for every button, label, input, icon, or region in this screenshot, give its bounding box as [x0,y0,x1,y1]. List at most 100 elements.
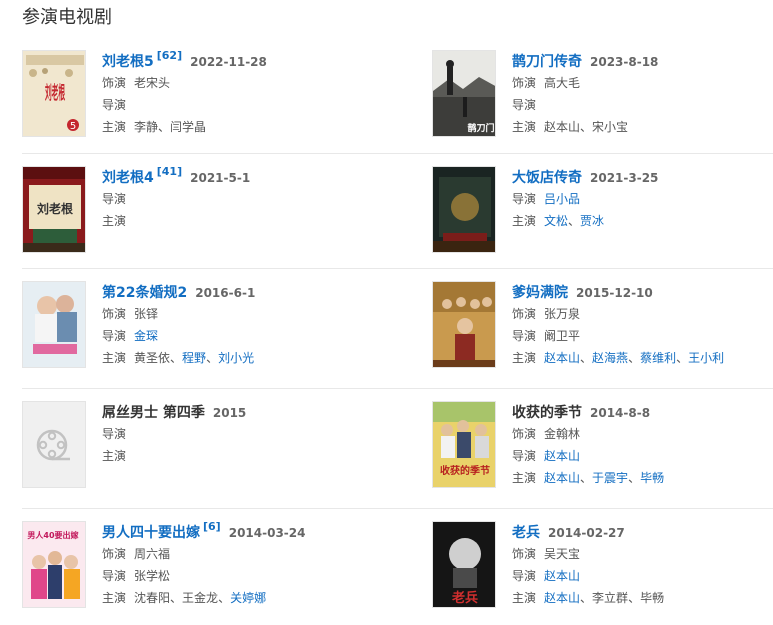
director-label: 导演 [512,449,537,463]
cast-label: 主演 [512,120,537,134]
cast-name: 李立群 [592,591,629,605]
director-label: 导演 [102,569,127,583]
cast-link[interactable]: 刘小光 [218,351,254,365]
svg-text:男人40要出嫁: 男人40要出嫁 [27,530,78,540]
drama-info: 收获的季节 2014-8-8 饰演 金翰林 导演 赵本山 主演 赵本山、于震宇、毕畅 [512,405,665,485]
drama-row: 第22条婚规2 2016-6-1 饰演 张铎 导演 金琛 主演 黄圣依、程野、刘小光 [22,269,773,389]
poster-placeholder[interactable] [22,401,86,488]
drama-info: 屌丝男士 第四季 2015 导演 主演 [102,401,246,467]
film-reel-icon [36,429,70,460]
svg-text:老兵: 老兵 [451,590,478,606]
cast-link[interactable]: 赵本山 [544,351,580,365]
cast-name: 黄圣依 [134,351,171,365]
drama-title-link[interactable]: 刘老根5 [102,54,154,70]
air-date: 2014-03-24 [228,526,306,540]
air-date: 2015-12-10 [576,286,653,300]
air-date: 2022-11-28 [190,55,267,69]
director-label: 导演 [102,98,127,112]
cast-link[interactable]: 赵本山 [544,591,580,605]
poster-dafandian[interactable] [432,166,496,253]
poster-harvest-season[interactable]: 收获的季节 [432,401,496,488]
drama-row: 刘老根 5 刘老根5[62]2022-11-28 饰演老宋头 导演 主演李静、闫… [22,42,773,154]
cast-label: 主演 [102,449,127,463]
role-label: 饰演 [102,76,127,90]
cast-label: 主演 [102,591,127,605]
cast-link[interactable]: 文松 [544,214,568,228]
cast-link[interactable]: 程野 [182,351,206,365]
cast-link[interactable]: 贾冰 [580,214,604,228]
cast-label: 主演 [512,351,537,365]
director-link[interactable]: 吕小品 [544,192,580,206]
role-value: 老宋头 [134,76,171,90]
drama-title-link[interactable]: 鹊刀门传奇 [512,54,582,70]
director-label: 导演 [512,192,537,206]
air-date: 2014-8-8 [590,406,651,420]
drama-info: 男人四十要出嫁 [6] 2014-03-24 饰演 周六福 导演 张学松 主演 沈春阳、王… [102,520,306,605]
director-label: 导演 [512,329,537,343]
drama-info: 老兵 2014-02-27 饰演 吴天宝 导演 赵本山 主演 赵本山、李立群、毕畅 [512,525,665,605]
poster-diemamanyuan[interactable] [432,281,496,368]
poster-quedaomen[interactable]: 鹊刀门 [432,50,496,137]
cast-label: 主演 [102,120,127,134]
director-name: 张学松 [134,569,171,583]
tv-drama-list: 刘老根 5 刘老根5[62]2022-11-28 饰演老宋头 导演 主演李静、闫… [22,42,773,619]
director-name: 阚卫平 [544,329,581,343]
role-value: 周六福 [134,547,171,561]
svg-text:刘老根: 刘老根 [37,201,73,216]
cast-link[interactable]: 蔡维利 [640,351,676,365]
director-label: 导演 [102,329,127,343]
drama-info: 鹊刀门传奇 2023-8-18 饰演 高大毛 导演 主演 赵本山、宋小宝 [512,54,659,134]
cast-link[interactable]: 于震宇 [592,471,628,485]
director-link[interactable]: 赵本山 [544,449,580,463]
drama-title-link[interactable]: 刘老根4 [102,170,154,186]
director-link[interactable]: 金琛 [134,329,158,343]
drama-row: 男人40要出嫁 男人四十要出嫁 [6] 2014-03-24 饰演 周六福 导演 张学松… [22,509,773,619]
role-value: 吴天宝 [544,547,581,561]
director-label: 导演 [512,569,537,583]
citation-ref[interactable]: [6] [203,520,221,533]
director-label: 导演 [512,98,537,112]
cast-name: 宋小宝 [592,120,629,134]
cast-name: 闫学晶 [170,120,207,134]
drama-row: 刘老根 刘老根4 [41] 2021-5-1 导演 主演 大饭店传奇 2021-… [22,154,773,269]
cast-name: 沈春阳 [134,591,171,605]
drama-title-link[interactable]: 老兵 [512,525,540,541]
svg-text:鹊刀门: 鹊刀门 [467,122,494,134]
drama-row: 屌丝男士 第四季 2015 导演 主演 收获的季节 收获的季节 2014-8-8… [22,389,773,509]
air-date: 2023-8-18 [590,55,659,69]
cast-link[interactable]: 关婷娜 [230,591,266,605]
cast-label: 主演 [102,351,127,365]
director-label: 导演 [102,427,127,441]
drama-title-link[interactable]: 大饭店传奇 [512,170,582,186]
role-value: 高大毛 [544,76,581,90]
cast-link[interactable]: 赵海燕 [592,351,628,365]
poster-laobing[interactable]: 老兵 [432,521,496,608]
cast-label: 主演 [512,471,537,485]
drama-title-link[interactable]: 男人四十要出嫁 [102,525,200,541]
drama-info: 爹妈满院 2015-12-10 饰演 张万泉 导演 阚卫平 主演 赵本山、赵海燕、蔡维利… [512,285,725,365]
svg-text:收获的季节: 收获的季节 [440,464,490,477]
section-title: 参演电视剧 [22,7,112,28]
cast-link[interactable]: 毕畅 [640,471,664,485]
citation-ref[interactable]: [41] [157,165,182,178]
poster-liulaogen5[interactable]: 刘老根 5 [22,50,86,137]
role-label: 饰演 [512,427,537,441]
role-label: 饰演 [512,76,537,90]
cast-link[interactable]: 王小利 [688,351,724,365]
cast-link[interactable]: 赵本山 [544,471,580,485]
director-link[interactable]: 赵本山 [544,569,580,583]
cast-name: 赵本山 [544,120,581,134]
cast-name: 毕畅 [640,591,665,605]
drama-title-link[interactable]: 第22条婚规2 [102,285,187,301]
drama-title-link[interactable]: 爹妈满院 [512,285,568,301]
poster-di22tiao[interactable] [22,281,86,368]
poster-liulaogen4[interactable]: 刘老根 [22,166,86,253]
role-value: 张万泉 [544,307,581,321]
air-date: 2021-3-25 [590,171,659,185]
poster-man40[interactable]: 男人40要出嫁 [22,521,86,608]
role-label: 饰演 [512,547,537,561]
citation-ref[interactable]: [62] [157,49,182,62]
air-date: 2015 [212,406,247,420]
drama-info: 刘老根5 [62] 2022-11-28 饰演 老宋头 导演 主演 李静、闫学晶 [102,49,267,134]
cast-name: 李静 [134,120,159,134]
